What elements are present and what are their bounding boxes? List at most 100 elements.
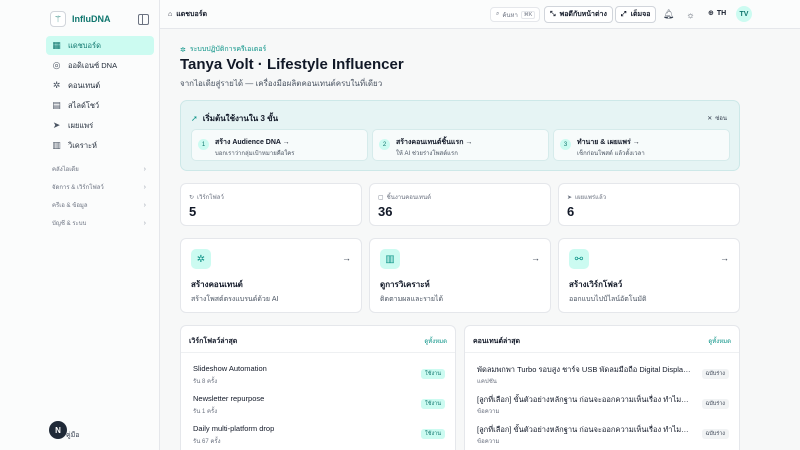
sidebar-item-content[interactable]: ✲ คอนเทนต์	[46, 76, 154, 95]
arrow-right-icon: →	[342, 253, 351, 263]
stat-label: ➤ เผยแพร่แล้ว	[567, 192, 606, 202]
chart-icon: ▥	[380, 249, 400, 269]
sidebar-item-audience-dna[interactable]: ◎ ออดิเอนซ์ DNA	[46, 56, 154, 75]
stat-label-text: เผยแพร่แล้ว	[575, 195, 607, 201]
sidebar-item-publish[interactable]: ➤ เผยแพร่	[46, 116, 154, 135]
shrink-icon: ⤡	[550, 10, 556, 18]
fit-window-label: พอดีกับหน้าต่าง	[559, 11, 607, 18]
sidebar-group-workflow[interactable]: จัดการ & เวิร์กโฟลว์ ›	[46, 178, 154, 196]
view-all-link[interactable]: ดูทั้งหมด	[708, 336, 731, 346]
action-subtitle: สร้างโพสต์ตรงแบรนด์ด้วย AI	[191, 296, 279, 303]
arrow-right-icon: →	[531, 253, 540, 263]
action-create-workflow[interactable]: ⚯ → สร้างเวิร์กโฟลว์ ออกแบบไปป์ไลน์อัตโน…	[558, 238, 740, 313]
sidebar-group-data[interactable]: ครีเอ & ข้อมูล ›	[46, 196, 154, 214]
search-icon: ⌕	[496, 11, 500, 17]
onboarding-title-label: เริ่มต้นใช้งานใน 3 ขั้น	[202, 114, 279, 123]
brand[interactable]: ⚚ InfluDNA	[50, 11, 111, 27]
sidebar-group-account[interactable]: บัญชี & ระบบ ›	[46, 214, 154, 232]
eyebrow-label: ระบบปฏิบัติการครีเอเตอร์	[189, 46, 267, 53]
status-badge: ใช้งาน	[421, 399, 445, 409]
fullscreen-button[interactable]: ⤢ เต็มจอ	[615, 6, 657, 23]
language-label: TH	[716, 9, 727, 17]
globe-icon: ⊕	[708, 10, 714, 17]
action-create-content[interactable]: ✲ → สร้างคอนเทนต์ สร้างโพสต์ตรงแบรนด์ด้ว…	[180, 238, 362, 313]
stat-label: ▢ ชิ้นงานคอนเทนต์	[378, 192, 431, 202]
sparkle-icon: ✲	[52, 80, 61, 90]
sidebar-group-label: จัดการ & เวิร์กโฟลว์	[52, 185, 104, 191]
onboarding-step-3[interactable]: 3 ทำนาย & เผยแพร่ → เช็กก่อนโพสต์ แล้วตั…	[553, 129, 730, 161]
panel-title: คอนเทนต์ล่าสุด	[473, 338, 521, 345]
page-eyebrow: ✲ ระบบปฏิบัติการครีเอเตอร์	[180, 44, 266, 55]
layout-icon: ▤	[52, 100, 61, 110]
action-view-analytics[interactable]: ▥ → ดูการวิเคราะห์ ติดตามผลและรายได้	[369, 238, 551, 313]
row-title: [ลูกที่เลือก] ขั้นตัวอย่างหลักฐาน ก่อนจะ…	[477, 425, 692, 434]
search-placeholder: ค้นหา	[502, 12, 518, 19]
sun-icon[interactable]: ☼	[684, 8, 697, 21]
row-title: Newsletter repurpose	[193, 394, 265, 403]
sidebar-toggle-icon[interactable]	[138, 14, 149, 25]
list-item[interactable]: [ลูกที่เลือก] ขั้นตัวอย่างหลักฐาน ก่อนจะ…	[477, 424, 729, 450]
row-subtitle: ข้อความ	[477, 439, 500, 445]
status-badge: ใช้งาน	[421, 369, 445, 379]
stat-label-text: เวิร์กโฟลว์	[197, 195, 224, 201]
onboarding-step-1[interactable]: 1 สร้าง Audience DNA → บอกเราว่ากลุ่มเป้…	[191, 129, 368, 161]
sidebar-item-label: แดชบอร์ด	[68, 40, 101, 50]
bell-icon[interactable]: 🔔︎	[662, 8, 675, 21]
help-link[interactable]: คู่มือ	[66, 430, 80, 441]
row-subtitle: ข้อความ	[477, 409, 500, 415]
row-subtitle: รัน 8 ครั้ง	[193, 379, 218, 385]
chevron-right-icon: ›	[143, 219, 146, 227]
sidebar-item-dashboard[interactable]: ▦ แดชบอร์ด	[46, 36, 154, 55]
onboarding-step-2[interactable]: 2 สร้างคอนเทนต์ชิ้นแรก → ให้ AI ช่วยร่าง…	[372, 129, 549, 161]
chevron-right-icon: ›	[143, 183, 146, 191]
divider	[465, 352, 739, 353]
action-title: ดูการวิเคราะห์	[380, 280, 430, 289]
sidebar: ⚚ InfluDNA ▦ แดชบอร์ด ◎ ออดิเอนซ์ DNA ✲ …	[0, 0, 160, 450]
search-button[interactable]: ⌕ ค้นหา ⌘K	[490, 7, 540, 22]
workflow-icon: ⚯	[569, 249, 589, 269]
chevron-right-icon: ›	[143, 165, 146, 173]
stat-published: ➤ เผยแพร่แล้ว 6	[558, 183, 740, 226]
step-title: ทำนาย & เผยแพร่ →	[577, 139, 640, 146]
stat-workflows: ↻ เวิร์กโฟลว์ 5	[180, 183, 362, 226]
action-title: สร้างเวิร์กโฟลว์	[569, 280, 623, 289]
list-item[interactable]: Slideshow Automation รัน 8 ครั้ง ใช้งาน	[193, 364, 445, 392]
hide-onboarding-button[interactable]: ✕ ซ่อน	[707, 113, 727, 123]
row-title: [ลูกที่เลือก] ขั้นตัวอย่างหลักฐาน ก่อนจะ…	[477, 395, 692, 404]
profile-avatar[interactable]: TV	[736, 6, 752, 22]
sidebar-item-slideshow[interactable]: ▤ สไลด์โชว์	[46, 96, 154, 115]
step-subtitle: ให้ AI ช่วยร่างโพสต์แรก	[396, 151, 458, 157]
list-item[interactable]: [ลูกที่เลือก] ขั้นตัวอย่างหลักฐาน ก่อนจะ…	[477, 394, 729, 422]
workflow-icon: ↻	[189, 194, 195, 201]
sidebar-group-label: คลังไอเดีย	[52, 167, 79, 173]
list-item[interactable]: Newsletter repurpose รัน 1 ครั้ง ใช้งาน	[193, 394, 445, 422]
user-avatar[interactable]: N	[49, 421, 67, 439]
sidebar-item-label: สไลด์โชว์	[68, 100, 100, 110]
fit-window-button[interactable]: ⤡ พอดีกับหน้าต่าง	[544, 6, 613, 23]
view-all-link[interactable]: ดูทั้งหมด	[424, 336, 447, 346]
language-switcher[interactable]: ⊕ TH	[708, 9, 727, 18]
status-badge: ฉบับร่าง	[701, 429, 729, 439]
breadcrumb[interactable]: ⌂ แดชบอร์ด	[168, 9, 207, 20]
sidebar-group-label: ครีเอ & ข้อมูล	[52, 203, 88, 209]
row-title: พัดลมพกพา Turbo รอบสูง ชาร์จ USB พัดลมมื…	[477, 365, 692, 374]
sidebar-group-ideas[interactable]: คลังไอเดีย ›	[46, 160, 154, 178]
file-icon: ▢	[378, 194, 384, 201]
expand-icon: ⤢	[621, 10, 627, 18]
stat-value: 6	[567, 204, 575, 219]
recent-content-panel: คอนเทนต์ล่าสุด ดูทั้งหมด พัดลมพกพา Turbo…	[464, 325, 740, 450]
step-subtitle: เช็กก่อนโพสต์ แล้วตั้งเวลา	[577, 151, 645, 157]
sparkle-icon: ✲	[180, 46, 186, 54]
list-item[interactable]: Daily multi-platform drop รัน 67 ครั้ง ใ…	[193, 424, 445, 450]
brand-name: InfluDNA	[72, 14, 111, 24]
sidebar-group-label: บัญชี & ระบบ	[52, 221, 87, 227]
list-item[interactable]: พัดลมพกพา Turbo รอบสูง ชาร์จ USB พัดลมมื…	[477, 364, 729, 392]
stat-value: 5	[189, 204, 197, 219]
sidebar-item-analytics[interactable]: ▥ วิเคราะห์	[46, 136, 154, 155]
sidebar-item-label: คอนเทนต์	[68, 80, 101, 90]
step-subtitle: บอกเราว่ากลุ่มเป้าหมายคือใคร	[215, 151, 295, 157]
status-badge: ฉบับร่าง	[701, 369, 729, 379]
step-title: สร้าง Audience DNA →	[215, 139, 290, 146]
step-number: 2	[379, 139, 390, 150]
topbar: ⌂ แดชบอร์ด ⌕ ค้นหา ⌘K ⤡ พอดีกับหน้าต่าง …	[160, 0, 800, 29]
